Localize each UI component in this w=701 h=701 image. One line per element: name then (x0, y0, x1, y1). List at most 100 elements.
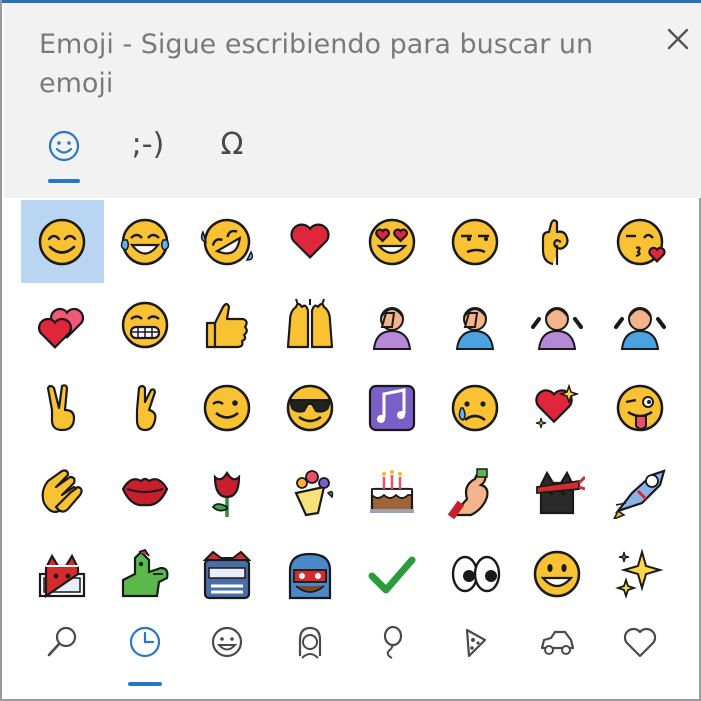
emoji-grid (21, 200, 681, 615)
picker-header: Emoji - Sigue escribiendo para buscar un… (4, 3, 701, 198)
emoji-beaming-face-with-smiling-eyes[interactable] (104, 283, 187, 366)
check-mark-icon (368, 556, 416, 593)
nav-smileys[interactable] (186, 612, 269, 692)
grinning-face-icon (534, 550, 581, 597)
emoji-face-blowing-a-kiss[interactable] (599, 200, 682, 283)
emoji-crying-face[interactable] (434, 366, 517, 449)
emoji-face-with-tears-of-joy[interactable] (104, 200, 187, 283)
emoji-hacker-cat[interactable] (21, 532, 104, 615)
emoji-woman-shrugging[interactable] (516, 283, 599, 366)
sparkles-icon (614, 547, 664, 599)
emoji-clapping-hands[interactable] (21, 449, 104, 532)
emoji-check-mark[interactable] (351, 532, 434, 615)
victory-hand-icon (47, 383, 76, 431)
sparkling-heart-icon (535, 383, 580, 428)
food-icon (465, 628, 486, 658)
red-heart-icon (290, 223, 330, 259)
emoji-man-facepalming[interactable] (434, 283, 517, 366)
emoji-rolling-on-the-floor-laughing[interactable] (186, 200, 269, 283)
nav-recent[interactable] (104, 612, 187, 692)
rolling-on-the-floor-laughing-icon (201, 218, 254, 265)
emoji-thumbs-up[interactable] (186, 283, 269, 366)
emoji-kiss-mark[interactable] (104, 449, 187, 532)
emoji-smiling-face-with-smiling-eyes[interactable] (21, 200, 104, 283)
hacker-cat-icon (39, 553, 86, 598)
emoji-stunt-cat[interactable] (186, 532, 269, 615)
emoji-sparkles[interactable] (599, 532, 682, 615)
nav-search[interactable] (21, 612, 104, 692)
winking-face-with-tongue-icon (616, 384, 663, 431)
nav-food[interactable] (434, 612, 517, 692)
emoji-unamused-face[interactable] (434, 200, 517, 283)
travel-icon (541, 630, 575, 655)
smileys-icon (212, 626, 243, 658)
unamused-face-icon (451, 218, 498, 265)
emoji-birthday-cake[interactable] (351, 449, 434, 532)
emoji-astro-cat[interactable] (599, 449, 682, 532)
symbols-heart-icon (623, 627, 656, 658)
emoji-smiling-face-with-sunglasses[interactable] (269, 366, 352, 449)
crying-face-icon (451, 384, 498, 431)
rose-icon (212, 470, 241, 517)
two-hearts-icon (38, 307, 85, 349)
close-button[interactable] (656, 17, 700, 61)
tab-selected-indicator (48, 179, 80, 183)
close-icon (667, 28, 689, 50)
emoji-man-shrugging[interactable] (599, 283, 682, 366)
face-with-tears-of-joy-icon (120, 218, 169, 265)
emoji-sparkling-heart[interactable] (516, 366, 599, 449)
ok-hand-icon (542, 218, 569, 265)
emoji-ok-hand[interactable] (516, 200, 599, 283)
smiling-face-with-sunglasses-icon (286, 384, 333, 431)
clapping-hands-icon (41, 468, 83, 513)
smiling-face-with-smiling-eyes-icon (39, 218, 86, 265)
emoji-winking-face[interactable] (186, 366, 269, 449)
emoji-ninja-cat[interactable] (516, 449, 599, 532)
flexed-biceps-icon (447, 467, 489, 519)
bouquet-icon (294, 469, 333, 516)
emoji-bouquet[interactable] (269, 449, 352, 532)
search-icon (47, 626, 77, 657)
emoji-picker-panel: Emoji - Sigue escribiendo para buscar un… (0, 0, 701, 701)
nav-celebrations[interactable] (351, 612, 434, 692)
emoji-two-hearts[interactable] (21, 283, 104, 366)
emoji-hipster-cat[interactable] (269, 532, 352, 615)
man-facepalming-icon (455, 306, 494, 350)
emoji-rose[interactable] (186, 449, 269, 532)
picker-title: Emoji - Sigue escribiendo para buscar un… (39, 29, 594, 99)
tab-kaomoji[interactable]: ;-) (110, 119, 186, 187)
man-shrugging-icon (613, 306, 666, 350)
nav-symbols-heart[interactable] (599, 612, 682, 692)
emoji-grinning-face[interactable] (516, 532, 599, 615)
tab-symbols[interactable]: Ω (194, 119, 270, 187)
emoji-musical-notes[interactable] (351, 366, 434, 449)
woman-shrugging-icon (531, 306, 584, 350)
nav-selected-indicator (127, 682, 162, 686)
emoji-eyes[interactable] (434, 532, 517, 615)
nav-people[interactable] (269, 612, 352, 692)
birthday-cake-icon (370, 469, 415, 513)
eyes-icon (451, 555, 500, 592)
category-nav-bar (21, 612, 681, 692)
emoji-victory-hand[interactable] (21, 366, 104, 449)
emoji-crossed-fingers[interactable] (104, 366, 187, 449)
emoji-raising-hands[interactable] (269, 283, 352, 366)
emoji-winking-face-with-tongue[interactable] (599, 366, 682, 449)
hipster-cat-icon (288, 552, 331, 599)
omega-icon: Ω (220, 127, 244, 162)
emoji-red-heart[interactable] (269, 200, 352, 283)
emoji-smiling-face-with-heart-eyes[interactable] (351, 200, 434, 283)
emoji-dino-cat[interactable] (104, 532, 187, 615)
nav-travel[interactable] (516, 612, 599, 692)
dino-cat-icon (121, 548, 169, 597)
smiley-icon (47, 119, 81, 180)
winking-face-icon (204, 384, 251, 431)
face-blowing-a-kiss-icon (616, 218, 666, 265)
thumbs-up-icon (206, 302, 249, 348)
emoji-woman-facepalming[interactable] (351, 283, 434, 366)
recent-icon (129, 626, 160, 658)
kaomoji-tab-label: ;-) (131, 127, 165, 162)
smiling-face-with-heart-eyes-icon (369, 218, 416, 265)
emoji-flexed-biceps[interactable] (434, 449, 517, 532)
tab-emoji[interactable] (26, 119, 102, 187)
